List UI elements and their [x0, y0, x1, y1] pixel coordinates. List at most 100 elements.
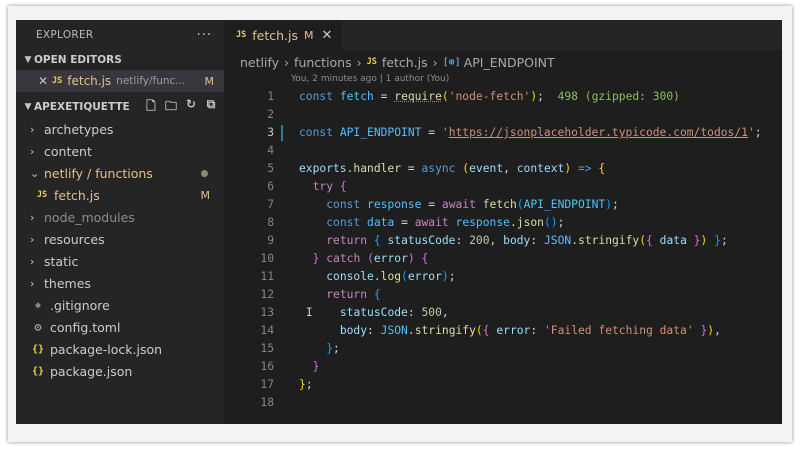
breadcrumb-item[interactable]: API_ENDPOINT [464, 55, 555, 70]
collapse-all-icon[interactable]: ⧉ [204, 97, 218, 118]
chevron-right-icon: › [432, 54, 438, 70]
open-editors-section[interactable]: ▼ OPEN EDITORS [16, 50, 224, 70]
breadcrumb-item[interactable]: functions [294, 55, 352, 70]
screenshot-frame: EXPLORER ··· ▼ OPEN EDITORS ✕ JS fetch.j… [8, 6, 792, 442]
tree-folder-archetypes[interactable]: › archetypes [16, 118, 224, 140]
project-section[interactable]: ▼ APEXETIQUETTE 🗋 🗀 ↻ ⧉ [16, 96, 224, 118]
code-line: 7 const response = await fetch(API_ENDPO… [224, 196, 782, 214]
tree-folder-netlify-functions[interactable]: ⌄ netlify / functions [16, 162, 224, 184]
modified-dot-icon [201, 169, 208, 177]
tree-item-label: config.toml [50, 319, 121, 335]
tree-folder-content[interactable]: › content [16, 140, 224, 162]
chevron-right-icon: › [284, 54, 290, 70]
api-url-link[interactable]: https://jsonplaceholder.typicode.com/tod… [449, 126, 748, 139]
line-number: 16 [260, 360, 274, 373]
line-number: 12 [260, 288, 274, 301]
tree-file-config-toml[interactable]: ⚙ config.toml [16, 316, 224, 338]
line-number: 1 [267, 90, 274, 103]
tree-item-label: themes [44, 275, 91, 291]
codelens-blame[interactable]: You, 2 minutes ago | 1 author (You) [224, 74, 782, 88]
tree-folder-node-modules[interactable]: › node_modules [16, 206, 224, 228]
tree-item-label: netlify / functions [44, 165, 153, 181]
code-line: 12 return { [224, 286, 782, 304]
tree-folder-themes[interactable]: › themes [16, 272, 224, 294]
json-file-icon: {} [31, 365, 45, 377]
line-number: 5 [267, 162, 274, 175]
js-file-icon: JS [236, 30, 247, 40]
tree-item-label: node_modules [44, 209, 135, 225]
breadcrumb-item[interactable]: fetch.js [382, 55, 428, 70]
tree-item-label: package.json [50, 363, 133, 379]
tree-item-label: resources [44, 231, 105, 247]
code-line: 10 } catch (error) { [224, 250, 782, 268]
js-file-icon: JS [52, 76, 63, 86]
code-line: 13 I statusCode: 500, [224, 304, 782, 322]
open-editor-item[interactable]: ✕ JS fetch.js netlify/func... M [16, 70, 224, 92]
json-file-icon: {} [31, 343, 45, 355]
code-line-active: 3 const API_ENDPOINT = 'https://jsonplace… [224, 124, 782, 142]
line-number: 3 [267, 126, 274, 139]
code-editor[interactable]: 1 const fetch = require('node-fetch'); 49… [224, 88, 782, 412]
chevron-right-icon: › [30, 276, 35, 290]
tree-file-gitignore[interactable]: ◆ .gitignore [16, 294, 224, 316]
git-file-icon: ◆ [34, 299, 42, 311]
code-line: 11 console.log(error); [224, 268, 782, 286]
variable-symbol-icon: [⊕] [442, 56, 461, 68]
tab-fetch-js[interactable]: JS fetch.js M ✕ [224, 20, 343, 50]
tree-item-label: fetch.js [54, 187, 100, 203]
project-label: APEXETIQUETTE [34, 101, 130, 113]
open-editor-path: netlify/func... [116, 75, 186, 87]
js-file-icon: JS [36, 190, 48, 200]
code-line: 8 const data = await response.json(); [224, 214, 782, 232]
text-cursor-icon: I [305, 306, 313, 319]
more-actions-icon[interactable]: ··· [197, 28, 212, 43]
tree-item-label: archetypes [44, 121, 114, 137]
chevron-right-icon: › [30, 232, 35, 246]
code-line: 14 body: JSON.stringify({ error: 'Failed… [224, 322, 782, 340]
tree-folder-resources[interactable]: › resources [16, 228, 224, 250]
tab-label: fetch.js [252, 27, 298, 43]
breadcrumb-item[interactable]: netlify [240, 55, 279, 70]
refresh-icon[interactable]: ↻ [184, 97, 198, 118]
code-line: 2 [224, 106, 782, 124]
explorer-header: EXPLORER ··· [16, 20, 224, 50]
code-line: 17}; [224, 376, 782, 394]
line-number: 9 [267, 234, 274, 247]
line-number: 4 [267, 144, 274, 157]
chevron-down-icon: ⌄ [30, 166, 40, 180]
chevron-right-icon: › [30, 144, 35, 158]
code-line: 15 }; [224, 340, 782, 358]
open-editors-label: OPEN EDITORS [34, 54, 122, 66]
explorer-title: EXPLORER [36, 29, 94, 41]
modified-badge: M [200, 188, 211, 202]
tree-folder-static[interactable]: › static [16, 250, 224, 272]
tree-file-package-lock-json[interactable]: {} package-lock.json [16, 338, 224, 360]
chevron-right-icon: › [30, 210, 35, 224]
breadcrumb: netlify › functions › JS fetch.js › [⊕] … [224, 50, 782, 74]
error-message-string: Failed fetching data [550, 324, 687, 337]
tree-item-label: package-lock.json [50, 341, 163, 357]
code-line: 16 } [224, 358, 782, 376]
line-number: 11 [260, 270, 274, 283]
git-modified-gutter [281, 125, 283, 141]
tree-file-package-json[interactable]: {} package.json [16, 360, 224, 382]
chevron-right-icon: › [30, 254, 35, 268]
open-editor-filename: fetch.js [67, 74, 112, 88]
new-folder-icon[interactable]: 🗀 [164, 97, 178, 118]
line-number: 10 [260, 252, 274, 265]
close-icon[interactable]: ✕ [38, 74, 52, 88]
code-line: 5 exports.handler = async (event, context… [224, 160, 782, 178]
chevron-down-icon: ▼ [24, 55, 32, 65]
editor-area: JS fetch.js M ✕ netlify › functions › JS… [224, 20, 782, 424]
gear-icon: ⚙ [34, 320, 42, 334]
line-number: 15 [260, 342, 274, 355]
close-icon[interactable]: ✕ [322, 28, 333, 43]
vscode-window: EXPLORER ··· ▼ OPEN EDITORS ✕ JS fetch.j… [16, 20, 782, 424]
js-file-icon: JS [366, 57, 377, 67]
tree-item-label: content [44, 143, 92, 159]
import-cost-hint: 498 (gzipped: 300) [557, 90, 680, 103]
tree-file-fetch-js[interactable]: JS fetch.js M [16, 184, 224, 206]
chevron-right-icon: › [30, 122, 35, 136]
new-file-icon[interactable]: 🗋 [144, 97, 158, 118]
tree-item-label: static [44, 253, 79, 269]
